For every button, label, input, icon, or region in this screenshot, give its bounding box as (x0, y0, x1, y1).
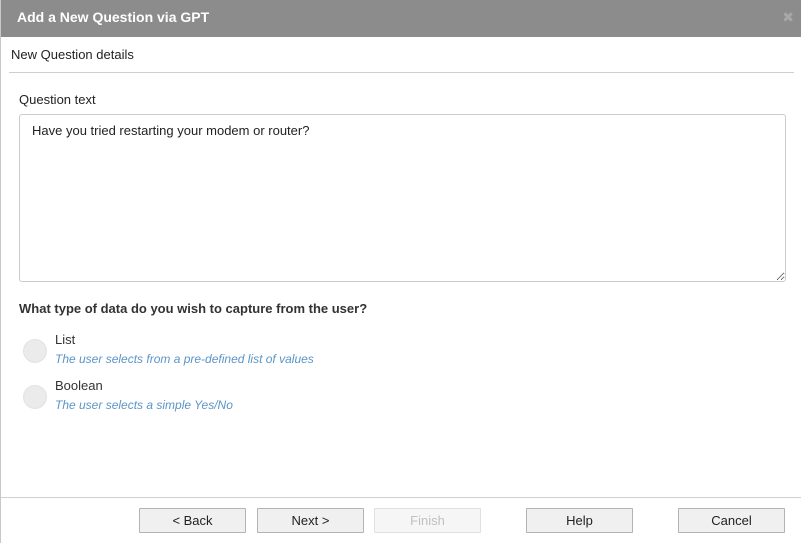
question-text-input[interactable]: Have you tried restarting your modem or … (19, 114, 786, 282)
option-boolean-description: The user selects a simple Yes/No (55, 398, 233, 412)
option-list-description: The user selects from a pre-defined list… (55, 352, 314, 366)
option-list-title: List (55, 332, 76, 347)
title-bar: Add a New Question via GPT ✖ (1, 0, 801, 37)
add-question-dialog: Add a New Question via GPT ✖ New Questio… (0, 0, 801, 543)
question-text-label: Question text (19, 92, 96, 107)
close-icon[interactable]: ✖ (782, 9, 794, 26)
finish-button[interactable]: Finish (374, 508, 481, 533)
section-header: New Question details (11, 47, 134, 62)
back-button[interactable]: < Back (139, 508, 246, 533)
dialog-title: Add a New Question via GPT (17, 9, 210, 25)
data-type-label: What type of data do you wish to capture… (19, 301, 368, 316)
footer-divider (1, 497, 801, 498)
radio-boolean[interactable] (23, 385, 47, 409)
radio-list[interactable] (23, 339, 47, 363)
next-button[interactable]: Next > (257, 508, 364, 533)
option-boolean-title: Boolean (55, 378, 103, 393)
help-button[interactable]: Help (526, 508, 633, 533)
cancel-button[interactable]: Cancel (678, 508, 785, 533)
section-divider (9, 72, 794, 73)
